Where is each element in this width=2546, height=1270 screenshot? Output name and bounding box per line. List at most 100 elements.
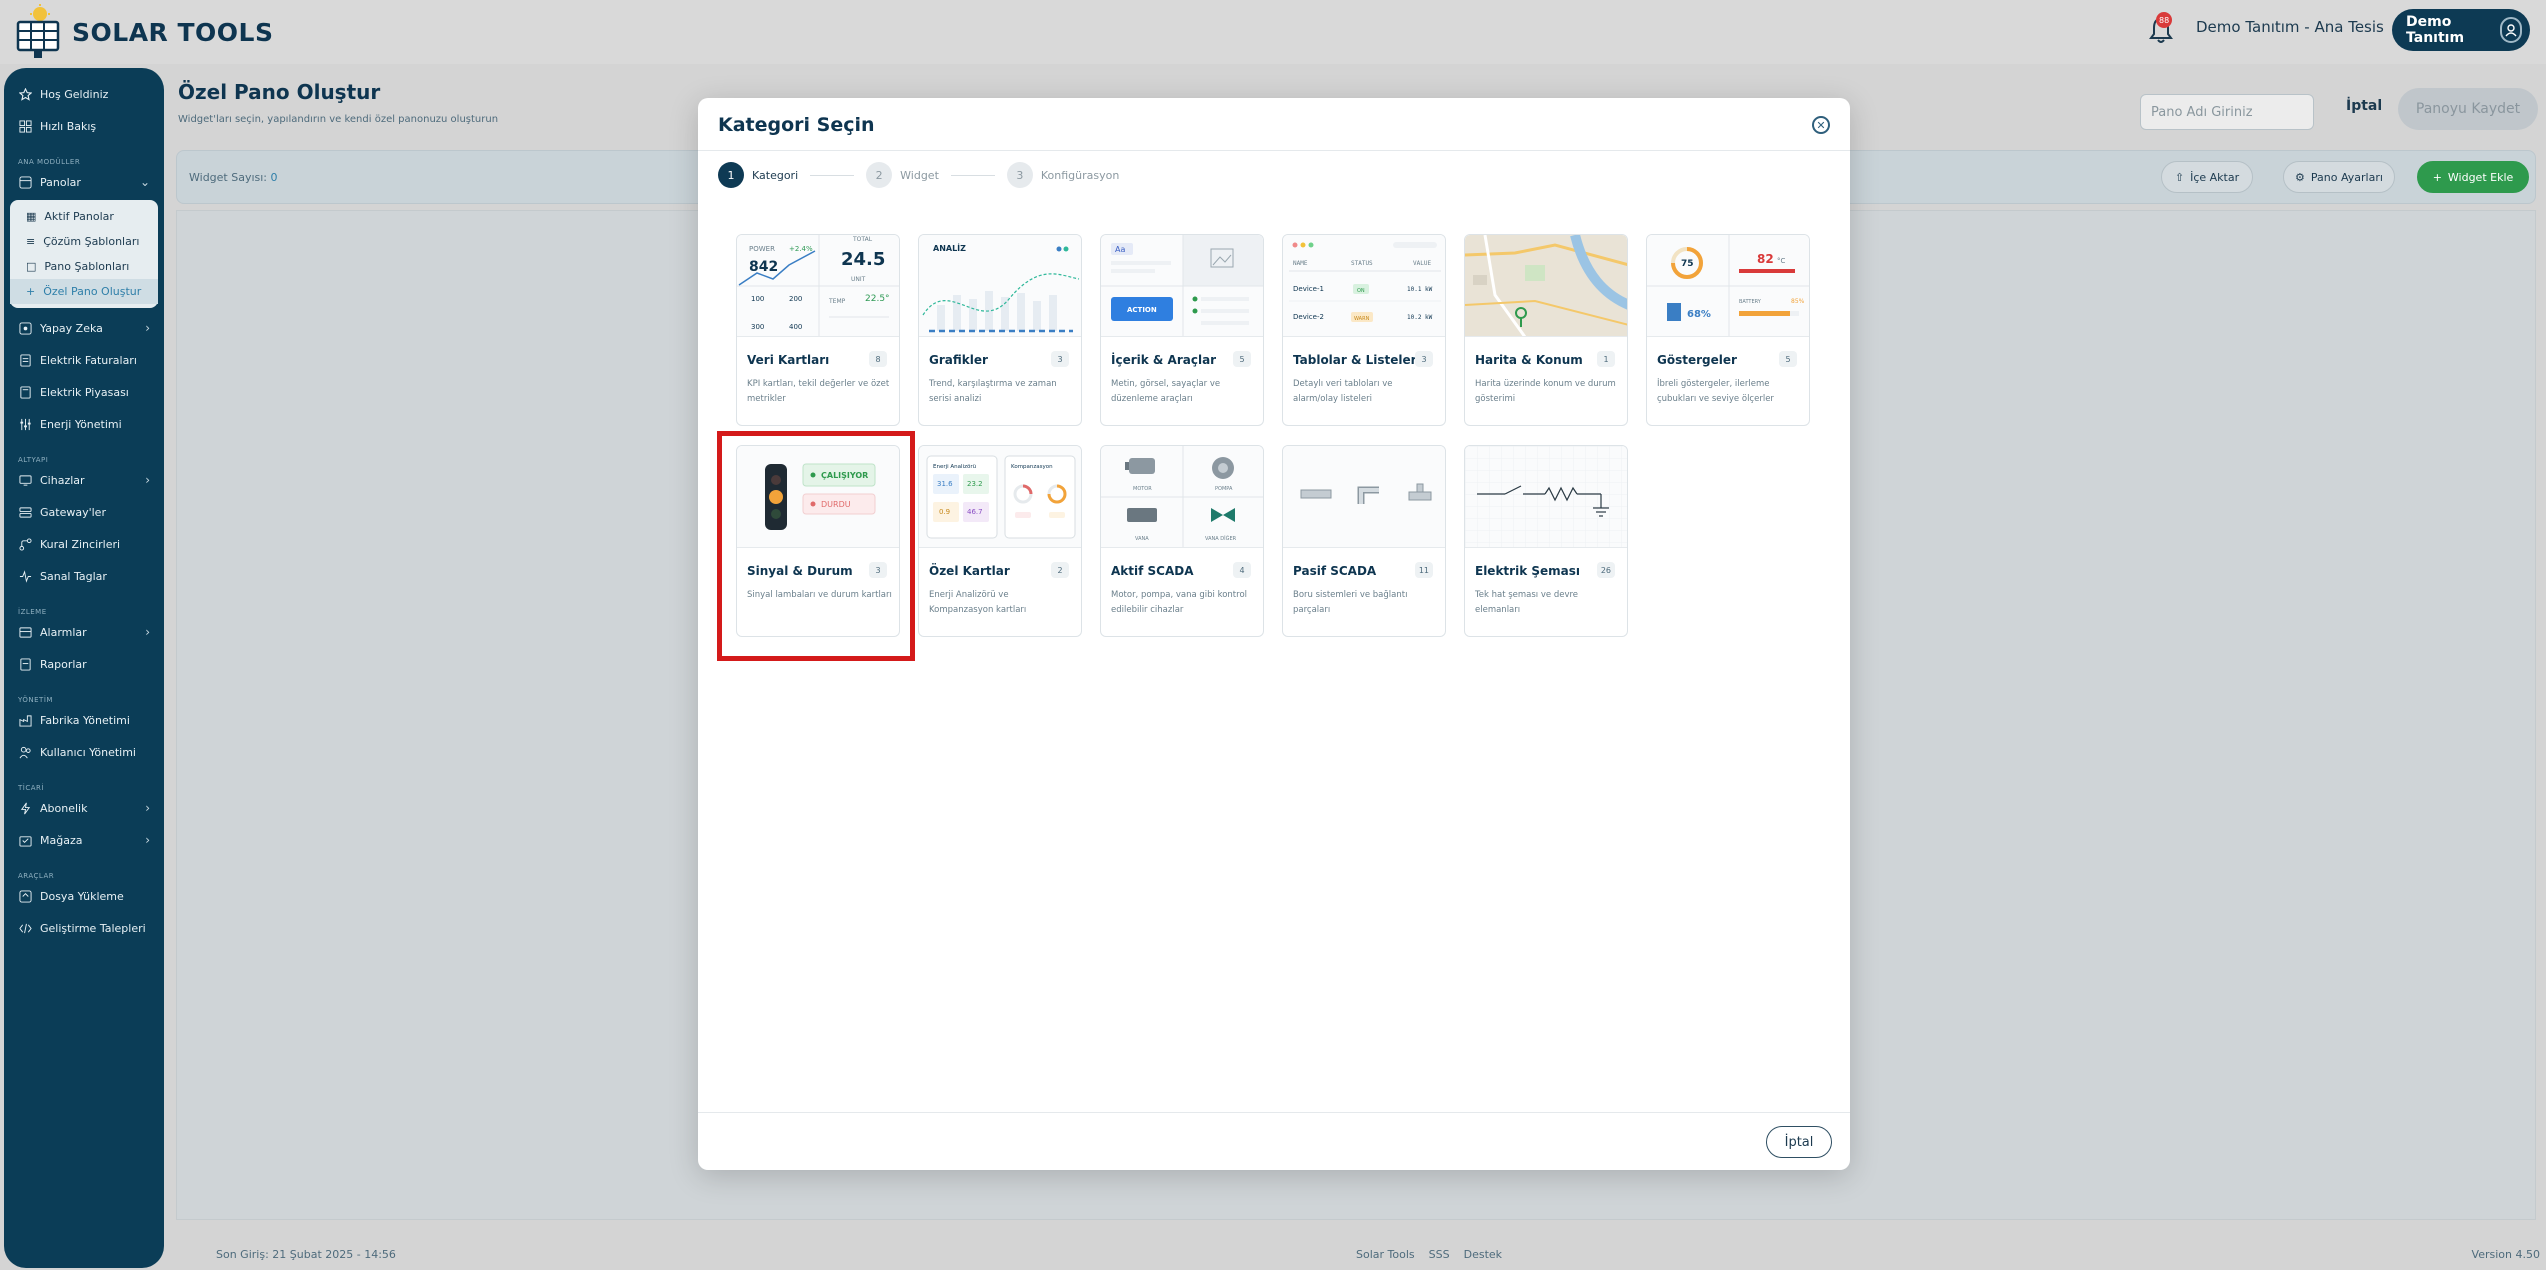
factory-icon — [18, 713, 32, 727]
preview-v2: 23.2 — [967, 480, 983, 488]
preview-row1-name: Device-1 — [1293, 285, 1324, 293]
sidebar-item-panolar[interactable]: Panolar ⌄ — [4, 166, 164, 198]
category-card-map-location[interactable]: Harita & Konum 1 Harita üzerinde konum v… — [1464, 234, 1628, 426]
category-card-tables-lists[interactable]: NAME STATUS VALUE Device-1 ON 10.1 kW De… — [1282, 234, 1446, 426]
preview-temp-unit: °C — [1777, 257, 1786, 265]
preview-row1-value: 10.1 kW — [1407, 286, 1433, 293]
category-card-charts[interactable]: ANALİZ Grafikler 3 Trend, karşılaştırma … — [918, 234, 1082, 426]
sidebar-item-subscription[interactable]: Abonelik › — [4, 792, 164, 824]
preview-v3: 0.9 — [939, 508, 950, 516]
category-card-gauges[interactable]: 75 82 °C 68% BATTERY 85% Göstergeler 5 İ… — [1646, 234, 1810, 426]
list-icon: ≡ — [26, 235, 36, 248]
category-card-electrical-diagram[interactable]: Elektrik Şeması 26 Tek hat şeması ve dev… — [1464, 445, 1628, 637]
sidebar-item-label: Gateway'ler — [40, 505, 106, 519]
invoice-icon — [18, 353, 32, 367]
card-preview: MOTOR POMPA VANA VANA DİĞER — [1101, 446, 1263, 548]
dashboard-icon — [18, 175, 32, 189]
sidebar-item-ai[interactable]: Yapay Zeka › — [4, 312, 164, 344]
step-label: Kategori — [752, 168, 799, 182]
sidebar-item-overview[interactable]: Hızlı Bakış — [4, 110, 164, 142]
sidebar-item-label: Sanal Taglar — [40, 569, 107, 583]
sidebar-item-users[interactable]: Kullanıcı Yönetimi — [4, 736, 164, 768]
modal-footer-divider — [698, 1112, 1850, 1113]
board-settings-button[interactable]: ⚙ Pano Ayarları — [2283, 161, 2395, 193]
sidebar-item-label: Fabrika Yönetimi — [40, 713, 130, 727]
version: Version 4.50 — [2471, 1248, 2540, 1261]
sidebar-item-devices[interactable]: Cihazlar › — [4, 464, 164, 496]
sidebar-item-store[interactable]: Mağaza › — [4, 824, 164, 856]
category-card-passive-scada[interactable]: Pasif SCADA 11 Boru sistemleri ve bağlan… — [1282, 445, 1446, 637]
sliders-icon — [18, 417, 32, 431]
user-name: Demo Tanıtım — [2406, 14, 2465, 46]
category-card-data-cards[interactable]: POWER +2.4% 842 TOTAL 24.5 UNIT 100 200 … — [736, 234, 900, 426]
tenant-selector[interactable]: Demo Tanıtım - Ana Tesis ⌄ — [2196, 18, 2404, 36]
step-connector — [810, 174, 855, 176]
sidebar-section-management: YÖNETİM — [18, 696, 53, 704]
card-title: Elektrik Şeması — [1475, 564, 1580, 578]
sidebar-item-reports[interactable]: Raporlar — [4, 648, 164, 680]
panolar-submenu: ▦ Aktif Panolar ≡ Çözüm Şablonları □ Pano Ş… — [10, 200, 158, 308]
chevron-right-icon: › — [145, 473, 150, 487]
modal-cancel-button[interactable]: İptal — [1766, 1126, 1832, 1158]
sidebar-item-invoices[interactable]: Elektrik Faturaları — [4, 344, 164, 376]
logo[interactable]: SOLAR TOOLS — [14, 4, 273, 60]
import-button[interactable]: ⇧ İçe Aktar — [2161, 161, 2253, 193]
sidebar-subitem-solution-templates[interactable]: ≡ Çözüm Şablonları — [10, 229, 158, 254]
user-icon — [2500, 17, 2522, 43]
stepper: 1 Kategori 2 Widget 3 Konfigürasyon — [718, 162, 1119, 188]
electrical-diagram-preview — [1465, 446, 1627, 547]
sidebar-item-label: Cihazlar — [40, 473, 85, 487]
card-title: Pasif SCADA — [1293, 564, 1377, 578]
sidebar-subitem-custom-board[interactable]: + Özel Pano Oluştur — [10, 279, 158, 304]
sidebar-item-upload[interactable]: Dosya Yükleme — [4, 880, 164, 912]
solar-panel-logo-icon — [16, 4, 60, 58]
chevron-right-icon: › — [145, 833, 150, 847]
sidebar-item-energy[interactable]: Enerji Yönetimi — [4, 408, 164, 440]
save-board-button[interactable]: Panoyu Kaydet — [2398, 88, 2538, 130]
preview-delta: +2.4% — [789, 245, 813, 253]
footer-link-support[interactable]: Destek — [1464, 1248, 1502, 1261]
widget-count: Widget Sayısı: 0 — [189, 171, 278, 184]
step-label: Widget — [900, 168, 939, 182]
preview-row2-name: Device-2 — [1293, 313, 1324, 321]
preview-v1: 31.6 — [937, 480, 953, 488]
category-card-content-tools[interactable]: Aa ACTION İçerik & Araçlar 5 Metin, görs… — [1100, 234, 1264, 426]
preview-tank-value: 68% — [1687, 309, 1711, 320]
card-count-badge: 8 — [869, 351, 887, 367]
sidebar-item-virtual-tags[interactable]: Sanal Taglar — [4, 560, 164, 592]
category-card-custom-cards[interactable]: Enerji Analizörü 31.6 23.2 0.9 46.7 Komp… — [918, 445, 1082, 637]
step-label: Konfigürasyon — [1040, 168, 1120, 182]
category-card-active-scada[interactable]: MOTOR POMPA VANA VANA DİĞER Aktif SCADA … — [1100, 445, 1264, 637]
footer-links: Solar Tools SSS Destek — [1356, 1248, 1502, 1261]
sidebar-subitem-board-templates[interactable]: □ Pano Şablonları — [10, 254, 158, 279]
board-name-input[interactable]: Pano Adı Giriniz — [2140, 94, 2314, 130]
logo-text: SOLAR TOOLS — [72, 17, 274, 47]
user-menu-button[interactable]: Demo Tanıtım — [2392, 9, 2530, 51]
close-icon[interactable]: ✕ — [1812, 116, 1830, 134]
card-description: Harita üzerinde konum ve durum gösterimi — [1475, 379, 1616, 404]
preview-analyzer-title: Enerji Analizörü — [933, 464, 976, 470]
sidebar-item-label: Elektrik Piyasası — [40, 385, 129, 399]
preview-col-name: NAME — [1293, 260, 1308, 267]
preview-row2-value: 10.2 kW — [1407, 314, 1433, 321]
sidebar-item-welcome[interactable]: Hoş Geldiniz — [4, 78, 164, 110]
card-preview — [1465, 235, 1627, 337]
card-preview — [1283, 446, 1445, 548]
sidebar-item-dev-requests[interactable]: Geliştirme Talepleri — [4, 912, 164, 944]
sidebar-item-market[interactable]: Elektrik Piyasası — [4, 376, 164, 408]
footer-link-solar-tools[interactable]: Solar Tools — [1356, 1248, 1415, 1261]
bolt-icon — [18, 801, 32, 815]
sidebar-item-alarms[interactable]: Alarmlar › — [4, 616, 164, 648]
sidebar-item-rule-chains[interactable]: Kural Zincirleri — [4, 528, 164, 560]
board-name-placeholder: Pano Adı Giriniz — [2151, 104, 2253, 120]
footer-link-faq[interactable]: SSS — [1429, 1248, 1450, 1261]
sidebar-item-factory[interactable]: Fabrika Yönetimi — [4, 704, 164, 736]
card-preview: POWER +2.4% 842 TOTAL 24.5 UNIT 100 200 … — [737, 235, 899, 337]
sidebar-subitem-active-boards[interactable]: ▦ Aktif Panolar — [10, 204, 158, 229]
sidebar-item-label: Enerji Yönetimi — [40, 417, 122, 431]
card-title: Göstergeler — [1657, 353, 1737, 367]
preview-col-value: VALUE — [1413, 260, 1431, 267]
add-widget-button[interactable]: + Widget Ekle — [2417, 161, 2529, 193]
cancel-link[interactable]: İptal — [2346, 98, 2382, 114]
sidebar-item-gateways[interactable]: Gateway'ler — [4, 496, 164, 528]
